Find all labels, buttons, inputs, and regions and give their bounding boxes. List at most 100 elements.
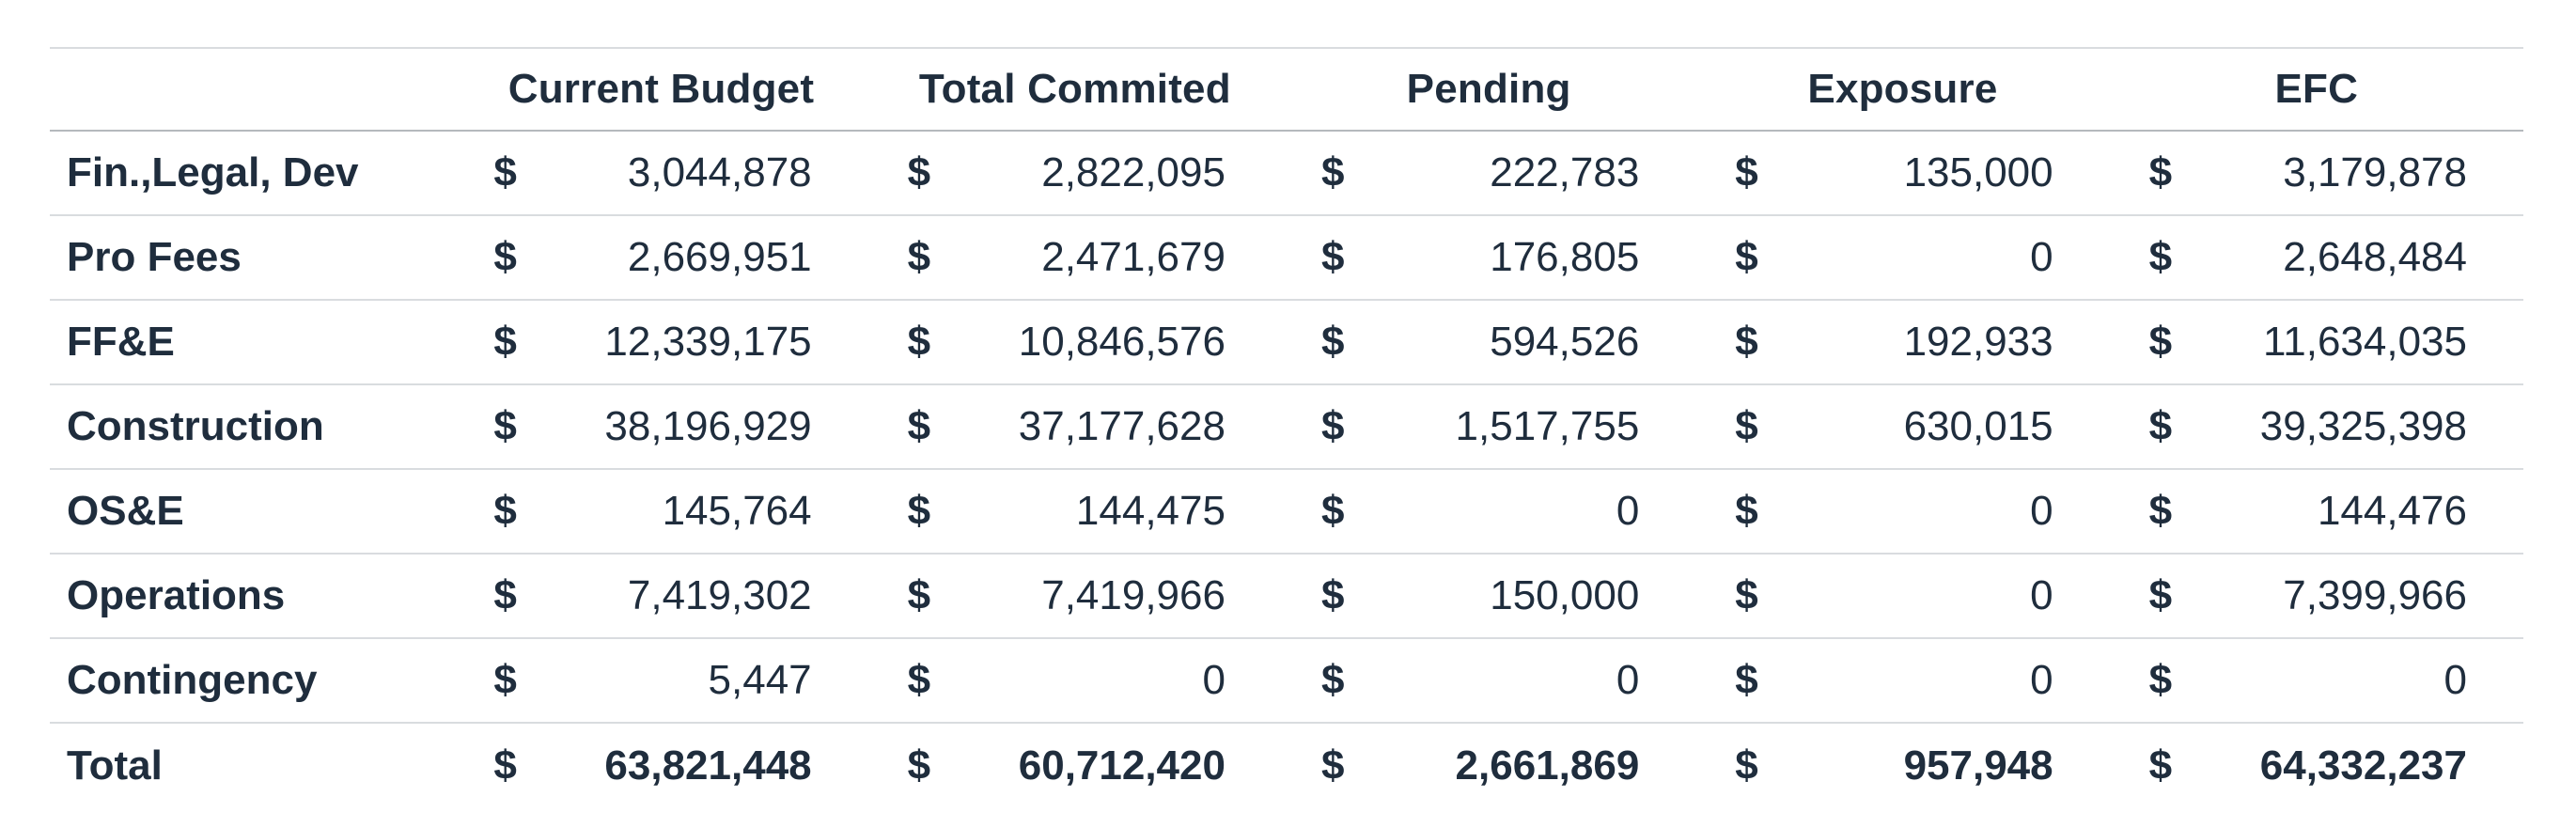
currency-symbol: $ [2148, 149, 2173, 195]
currency-symbol: $ [1735, 149, 1758, 195]
total-efc: $64,332,237 [2110, 723, 2523, 807]
currency-symbol: $ [493, 742, 517, 789]
amount: 0 [2443, 657, 2467, 703]
amount: 0 [2030, 572, 2053, 618]
amount: 0 [2030, 488, 2053, 534]
currency-symbol: $ [1320, 488, 1345, 534]
total-amount: 63,821,448 [604, 742, 812, 789]
header-current-budget: Current Budget [507, 66, 815, 112]
cell-pending: $222,783 [1282, 131, 1695, 215]
row-label: Construction [67, 403, 324, 449]
total-current-budget: $63,821,448 [454, 723, 867, 807]
currency-symbol: $ [1735, 742, 1758, 789]
currency-symbol: $ [1320, 657, 1345, 703]
header-pending: Pending [1406, 66, 1571, 112]
total-amount: 64,332,237 [2259, 742, 2467, 789]
currency-symbol: $ [2148, 742, 2173, 789]
total-amount: 957,948 [1903, 742, 2053, 789]
amount: 7,419,966 [1041, 572, 1226, 618]
amount: 0 [2030, 234, 2053, 280]
currency-symbol: $ [907, 488, 931, 534]
amount: 38,196,929 [604, 403, 812, 449]
cell-pending: $176,805 [1282, 215, 1695, 300]
amount: 144,476 [2317, 488, 2467, 534]
amount: 0 [1202, 657, 1226, 703]
currency-symbol: $ [493, 234, 517, 280]
currency-symbol: $ [493, 403, 517, 449]
total-total-commited: $60,712,420 [868, 723, 1282, 807]
amount: 39,325,398 [2259, 403, 2467, 449]
amount: 594,526 [1490, 319, 1640, 365]
amount: 150,000 [1490, 572, 1640, 618]
amount: 7,419,302 [627, 572, 812, 618]
currency-symbol: $ [1735, 403, 1758, 449]
cell-total-commited: $10,846,576 [868, 300, 1282, 384]
cell-current-budget: $38,196,929 [454, 384, 867, 469]
amount: 37,177,628 [1018, 403, 1226, 449]
cell-pending: $0 [1282, 638, 1695, 723]
amount: 222,783 [1490, 149, 1640, 195]
cell-exposure: $0 [1695, 215, 2109, 300]
amount: 145,764 [662, 488, 812, 534]
table-row: OS&E $145,764 $144,475 $0 $0 $144,476 [50, 469, 2523, 554]
total-amount: 60,712,420 [1018, 742, 1226, 789]
amount: 7,399,966 [2283, 572, 2467, 618]
currency-symbol: $ [493, 488, 517, 534]
currency-symbol: $ [2148, 657, 2173, 703]
currency-symbol: $ [1320, 149, 1345, 195]
amount: 2,471,679 [1041, 234, 1226, 280]
header-total-commited: Total Commited [918, 66, 1231, 112]
cell-exposure: $135,000 [1695, 131, 2109, 215]
amount: 3,044,878 [627, 149, 812, 195]
cell-total-commited: $7,419,966 [868, 554, 1282, 638]
currency-symbol: $ [2148, 234, 2173, 280]
row-label: Pro Fees [67, 234, 242, 280]
amount: 1,517,755 [1455, 403, 1640, 449]
amount: 192,933 [1903, 319, 2053, 365]
currency-symbol: $ [493, 657, 517, 703]
cell-exposure: $0 [1695, 554, 2109, 638]
currency-symbol: $ [1320, 572, 1345, 618]
currency-symbol: $ [907, 572, 931, 618]
cell-exposure: $630,015 [1695, 384, 2109, 469]
cell-current-budget: $7,419,302 [454, 554, 867, 638]
total-row: Total $63,821,448 $60,712,420 $2,661,869… [50, 723, 2523, 807]
budget-table: Current Budget Total Commited Pending Ex… [50, 47, 2523, 807]
amount: 0 [1616, 657, 1640, 703]
cell-exposure: $192,933 [1695, 300, 2109, 384]
currency-symbol: $ [2148, 319, 2173, 365]
cell-pending: $0 [1282, 469, 1695, 554]
cell-efc: $144,476 [2110, 469, 2523, 554]
currency-symbol: $ [493, 572, 517, 618]
currency-symbol: $ [907, 403, 931, 449]
row-label: Operations [67, 572, 286, 618]
currency-symbol: $ [1320, 742, 1345, 789]
cell-total-commited: $2,471,679 [868, 215, 1282, 300]
currency-symbol: $ [1735, 572, 1758, 618]
cell-pending: $150,000 [1282, 554, 1695, 638]
table-row: Pro Fees $2,669,951 $2,471,679 $176,805 … [50, 215, 2523, 300]
total-amount: 2,661,869 [1455, 742, 1640, 789]
currency-symbol: $ [907, 742, 931, 789]
budget-summary: Current Budget Total Commited Pending Ex… [50, 47, 2523, 807]
amount: 630,015 [1903, 403, 2053, 449]
cell-pending: $594,526 [1282, 300, 1695, 384]
table-row: Construction $38,196,929 $37,177,628 $1,… [50, 384, 2523, 469]
currency-symbol: $ [1320, 403, 1345, 449]
header-row: Current Budget Total Commited Pending Ex… [50, 48, 2523, 131]
currency-symbol: $ [907, 319, 931, 365]
cell-current-budget: $2,669,951 [454, 215, 867, 300]
total-exposure: $957,948 [1695, 723, 2109, 807]
currency-symbol: $ [1320, 319, 1345, 365]
cell-current-budget: $12,339,175 [454, 300, 867, 384]
cell-total-commited: $144,475 [868, 469, 1282, 554]
row-label: OS&E [67, 488, 184, 534]
cell-efc: $3,179,878 [2110, 131, 2523, 215]
currency-symbol: $ [2148, 403, 2173, 449]
cell-exposure: $0 [1695, 469, 2109, 554]
amount: 135,000 [1903, 149, 2053, 195]
currency-symbol: $ [907, 234, 931, 280]
cell-efc: $0 [2110, 638, 2523, 723]
table-row: Operations $7,419,302 $7,419,966 $150,00… [50, 554, 2523, 638]
currency-symbol: $ [1320, 234, 1345, 280]
